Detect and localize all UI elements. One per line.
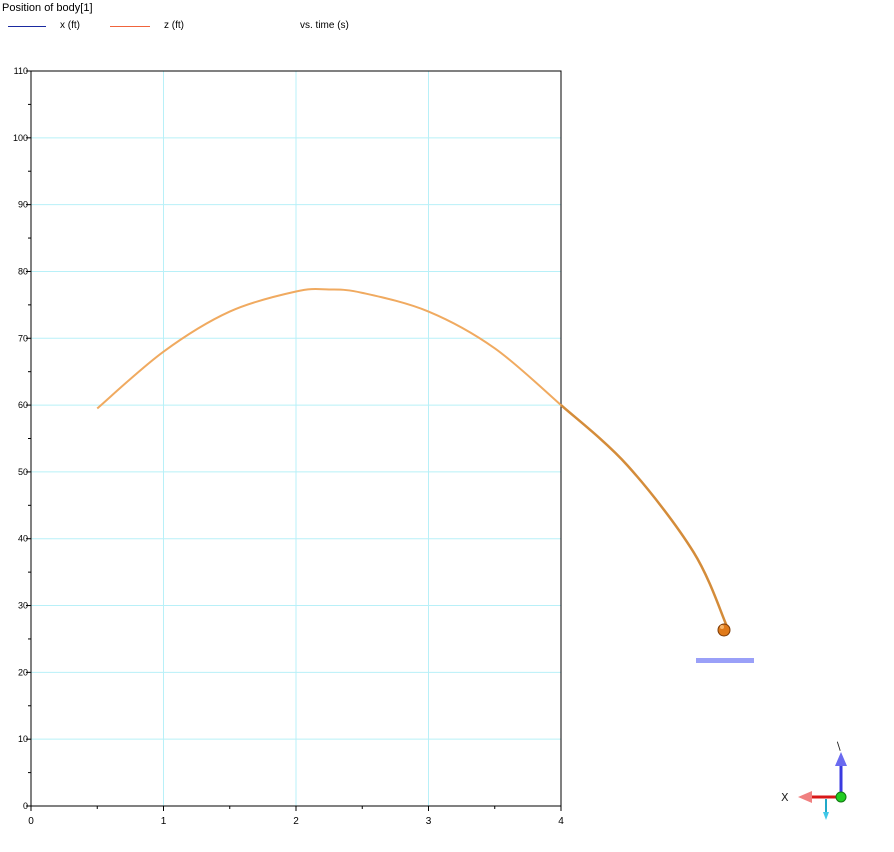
triad-x-label: X <box>781 791 789 804</box>
ground-marker <box>696 658 754 663</box>
y-tick-label: 50 <box>18 467 28 477</box>
y-tick-label: 100 <box>13 133 28 143</box>
x-tick-label: 0 <box>28 816 34 827</box>
triad-z-label: / <box>833 740 844 753</box>
x-tick-label: 1 <box>161 816 167 827</box>
trajectory-extension <box>560 404 728 627</box>
x-tick-label: 2 <box>293 816 299 827</box>
ball <box>717 623 731 637</box>
triad-x-arrow-icon <box>798 791 812 803</box>
grid-layer <box>31 71 561 806</box>
y-tick-label: 0 <box>23 801 28 811</box>
y-tick-label: 10 <box>18 734 28 744</box>
scene-layer <box>696 623 754 663</box>
plot-canvas: 0 1 2 3 40102030405060708090100110 / X <box>13 66 847 827</box>
y-tick-label: 20 <box>18 667 28 677</box>
y-tick-label: 70 <box>18 333 28 343</box>
y-tick-label: 110 <box>14 66 28 76</box>
ball-highlight <box>720 625 724 629</box>
y-tick-label: 90 <box>18 200 28 210</box>
series-line-z <box>96 288 562 410</box>
y-tick-label: 40 <box>18 534 28 544</box>
triad-y-arrow-icon <box>823 812 829 820</box>
series-layer <box>96 288 728 627</box>
x-tick-label: 4 <box>558 816 564 827</box>
axis-triad[interactable]: / X <box>781 740 847 820</box>
y-tick-label: 80 <box>18 266 28 276</box>
triad-z-arrow-icon <box>835 752 847 766</box>
tick-layer: 0 1 2 3 40102030405060708090100110 <box>13 66 564 827</box>
y-tick-label: 30 <box>18 601 28 611</box>
x-tick-label: 3 <box>426 816 432 827</box>
triad-origin-icon <box>835 791 847 803</box>
y-tick-label: 60 <box>18 400 28 410</box>
